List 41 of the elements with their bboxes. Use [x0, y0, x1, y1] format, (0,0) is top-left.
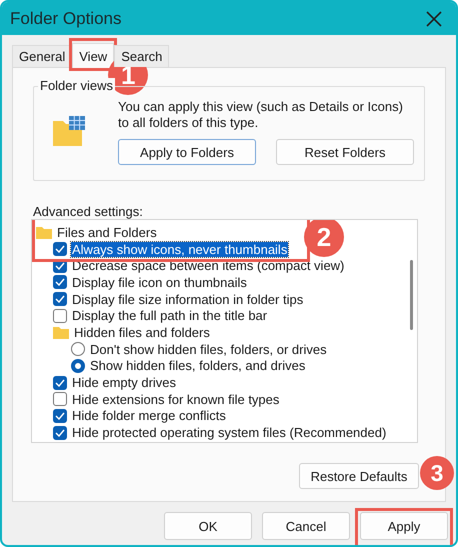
action-button[interactable]: Reset Folders — [276, 139, 414, 165]
checkbox[interactable] — [53, 408, 67, 423]
checkbox[interactable] — [53, 242, 67, 256]
step-number: 2 — [304, 220, 344, 257]
checkbox[interactable] — [53, 392, 67, 406]
setting-label[interactable]: Hide extensions for known file types — [71, 392, 280, 407]
folder-icon — [53, 326, 69, 339]
group-title: Folder views — [38, 78, 115, 93]
restore-defaults-button[interactable]: Restore Defaults — [299, 463, 419, 489]
folder-grid-icon — [52, 115, 88, 147]
scrollbar-thumb[interactable] — [410, 260, 413, 330]
dialog-button[interactable]: Cancel — [262, 512, 350, 540]
dialog-button[interactable]: Apply — [360, 512, 448, 540]
checkbox[interactable] — [53, 376, 67, 390]
setting-label[interactable]: Always show icons, never thumbnails — [71, 242, 288, 257]
checkbox[interactable] — [53, 275, 67, 290]
radio-button[interactable] — [71, 358, 85, 373]
checkbox[interactable] — [53, 292, 67, 306]
dialog-button[interactable]: OK — [164, 512, 252, 540]
folder-icon — [36, 226, 52, 239]
setting-label[interactable]: Decrease space between items (compact view) — [71, 258, 346, 274]
setting-label[interactable]: Display file icon on thumbnails — [71, 274, 248, 290]
setting-label[interactable]: Hide folder merge conflicts — [71, 408, 227, 424]
checkbox[interactable] — [53, 308, 67, 323]
radio-button[interactable] — [71, 342, 85, 356]
close-icon[interactable] — [426, 10, 442, 26]
action-button[interactable]: Apply to Folders — [118, 139, 256, 165]
window-title: Folder Options — [10, 8, 122, 28]
setting-label[interactable]: Display file size information in folder tips — [71, 292, 304, 307]
setting-label[interactable]: Don't show hidden files, folders, or drives — [89, 342, 328, 357]
setting-label[interactable]: Show hidden files, folders, and drives — [89, 358, 306, 374]
tree-item[interactable]: Files and Folders — [56, 224, 158, 240]
setting-label[interactable]: Hidden files and folders — [73, 324, 211, 340]
setting-label[interactable]: Hide empty drives — [71, 375, 178, 390]
checkbox[interactable] — [53, 426, 67, 440]
setting-label[interactable]: Display the full path in the title bar — [71, 308, 268, 324]
tab[interactable]: Search — [114, 45, 170, 67]
description-text: You can apply this view (such as Details or Icons) to all folders of this type. — [118, 99, 404, 131]
setting-label[interactable]: Hide protected operating system files (Recommended) — [71, 425, 388, 440]
tab[interactable]: View — [72, 43, 114, 68]
section-label: Advanced settings: — [33, 205, 144, 219]
